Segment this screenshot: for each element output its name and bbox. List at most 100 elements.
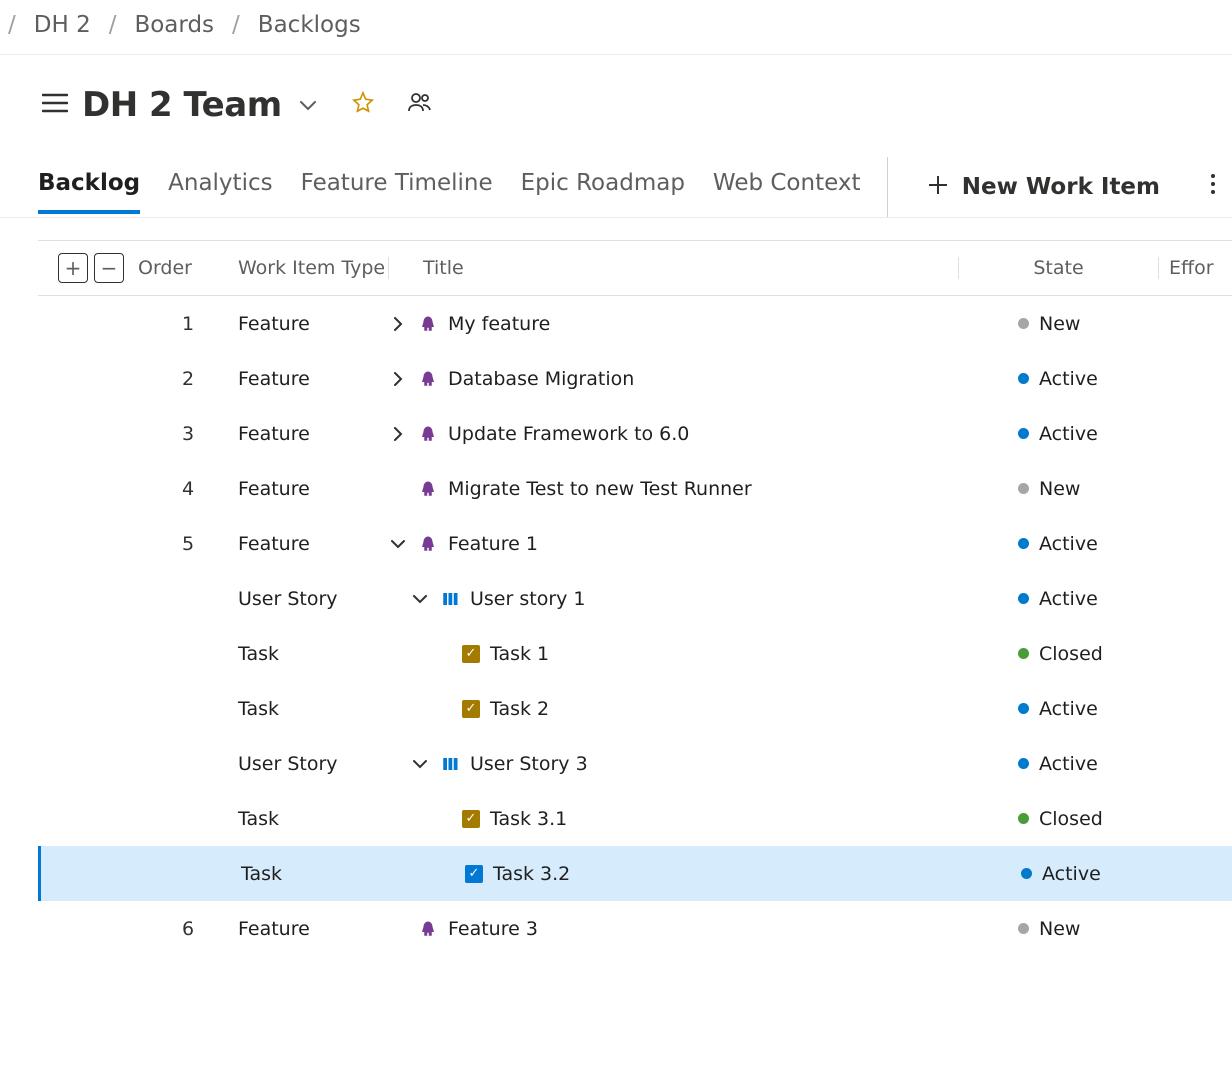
col-effort-header[interactable]: Effor [1158, 257, 1232, 279]
expand-all-button[interactable]: + [58, 253, 88, 283]
row-type: User Story [238, 588, 388, 610]
state-label: Closed [1039, 643, 1103, 665]
row-title-cell: ✓ Task 3.1 [388, 808, 958, 830]
star-icon[interactable] [352, 91, 374, 119]
state-dot-icon [1018, 593, 1029, 604]
chevron-right-icon[interactable] [388, 372, 408, 386]
tab-analytics[interactable]: Analytics [168, 160, 272, 214]
col-order-header[interactable]: Order [138, 257, 238, 279]
row-type: Task [238, 698, 388, 720]
row-type: Feature [238, 918, 388, 940]
row-title-cell: Feature 3 [388, 918, 958, 940]
row-type: Task [241, 863, 391, 885]
chevron-down-icon[interactable] [410, 759, 430, 769]
state-label: Active [1039, 423, 1098, 445]
state-dot-icon [1018, 373, 1029, 384]
state-dot-icon [1018, 483, 1029, 494]
row-title[interactable]: Task 2 [490, 698, 549, 720]
chevron-right-icon[interactable] [388, 317, 408, 331]
row-state: Closed [958, 643, 1158, 665]
state-dot-icon [1018, 758, 1029, 769]
state-label: Active [1039, 368, 1098, 390]
row-title[interactable]: Feature 3 [448, 918, 538, 940]
row-title-cell: Database Migration [388, 368, 958, 390]
col-type-header[interactable]: Work Item Type [238, 257, 388, 279]
row-title[interactable]: Task 1 [490, 643, 549, 665]
row-title[interactable]: Feature 1 [448, 533, 538, 555]
feature-icon [418, 369, 438, 389]
row-order: 1 [138, 313, 238, 335]
task-icon: ✓ [462, 810, 480, 828]
table-row[interactable]: User Story User story 1 Active [38, 571, 1232, 626]
row-title-cell: ✓Task 1 [388, 643, 958, 665]
row-title[interactable]: Task 3.2 [493, 863, 570, 885]
table-row[interactable]: Task ✓ Task 3.2 Active [38, 846, 1232, 901]
tabs-actions: New Work Item [887, 157, 1232, 217]
table-row[interactable]: 5FeatureFeature 1Active [38, 516, 1232, 571]
userstory-icon [440, 754, 460, 774]
chevron-down-icon[interactable] [388, 539, 408, 549]
row-state: Active [958, 588, 1158, 610]
state-dot-icon [1018, 538, 1029, 549]
table-row[interactable]: 3FeatureUpdate Framework to 6.0Active [38, 406, 1232, 461]
breadcrumb-item[interactable]: Boards [134, 12, 214, 38]
backlog-grid: + − Order Work Item Type Title State Eff… [38, 240, 1232, 956]
row-state: New [958, 313, 1158, 335]
more-icon[interactable] [1210, 173, 1216, 201]
state-label: New [1039, 478, 1080, 500]
table-row[interactable]: Task✓Task 2Active [38, 681, 1232, 736]
row-type: Feature [238, 368, 388, 390]
table-row[interactable]: User StoryUser Story 3Active [38, 736, 1232, 791]
chevron-right-icon[interactable] [388, 427, 408, 441]
breadcrumb-item[interactable]: DH 2 [34, 12, 91, 38]
row-title-cell: Feature 1 [388, 533, 958, 555]
team-name[interactable]: DH 2 Team [82, 85, 282, 125]
collapse-all-button[interactable]: − [94, 253, 124, 283]
table-row[interactable]: 2Feature Database Migration Active [38, 351, 1232, 406]
row-state: Active [958, 423, 1158, 445]
task-icon: ✓ [465, 865, 483, 883]
new-work-item-button[interactable]: New Work Item [962, 174, 1160, 200]
row-title-cell: Migrate Test to new Test Runner [388, 478, 958, 500]
row-type: Feature [238, 478, 388, 500]
hamburger-icon[interactable] [42, 91, 68, 119]
row-title-cell: User story 1 [388, 588, 958, 610]
table-row[interactable]: Task✓Task 1Closed [38, 626, 1232, 681]
tab-web-context[interactable]: Web Context [713, 160, 861, 214]
col-title-header[interactable]: Title [388, 257, 958, 279]
breadcrumb-item[interactable]: Backlogs [258, 12, 361, 38]
chevron-down-icon[interactable] [410, 594, 430, 604]
tab-feature-timeline[interactable]: Feature Timeline [301, 160, 493, 214]
row-title[interactable]: User story 1 [470, 588, 586, 610]
row-state: New [958, 478, 1158, 500]
breadcrumb: / DH 2 / Boards / Backlogs [0, 0, 1232, 55]
chevron-down-icon[interactable] [300, 95, 316, 116]
col-state-header[interactable]: State [958, 257, 1158, 279]
table-row[interactable]: 4Feature Migrate Test to new Test Runner N… [38, 461, 1232, 516]
tab-backlog[interactable]: Backlog [38, 160, 140, 214]
state-dot-icon [1018, 703, 1029, 714]
row-title[interactable]: Task 3.1 [490, 808, 567, 830]
row-title[interactable]: Update Framework to 6.0 [448, 423, 689, 445]
expand-controls: + − [38, 253, 138, 283]
table-row[interactable]: Task✓Task 3.1Closed [38, 791, 1232, 846]
table-row[interactable]: 6FeatureFeature 3New [38, 901, 1232, 956]
feature-icon [418, 424, 438, 444]
plus-icon[interactable] [928, 173, 948, 201]
people-icon[interactable] [408, 92, 432, 118]
row-title-cell: My feature [388, 313, 958, 335]
state-dot-icon [1021, 868, 1032, 879]
page-header: DH 2 Team [0, 55, 1232, 137]
row-order: 4 [138, 478, 238, 500]
row-order: 6 [138, 918, 238, 940]
row-title[interactable]: My feature [448, 313, 550, 335]
row-title-cell: Update Framework to 6.0 [388, 423, 958, 445]
row-title[interactable]: User Story 3 [470, 753, 588, 775]
table-row[interactable]: 1FeatureMy featureNew [38, 296, 1232, 351]
row-state: Active [961, 863, 1161, 885]
tab-epic-roadmap[interactable]: Epic Roadmap [521, 160, 685, 214]
feature-icon [418, 314, 438, 334]
row-order: 2 [138, 368, 238, 390]
row-title[interactable]: Database Migration [448, 368, 634, 390]
row-title[interactable]: Migrate Test to new Test Runner [448, 478, 752, 500]
